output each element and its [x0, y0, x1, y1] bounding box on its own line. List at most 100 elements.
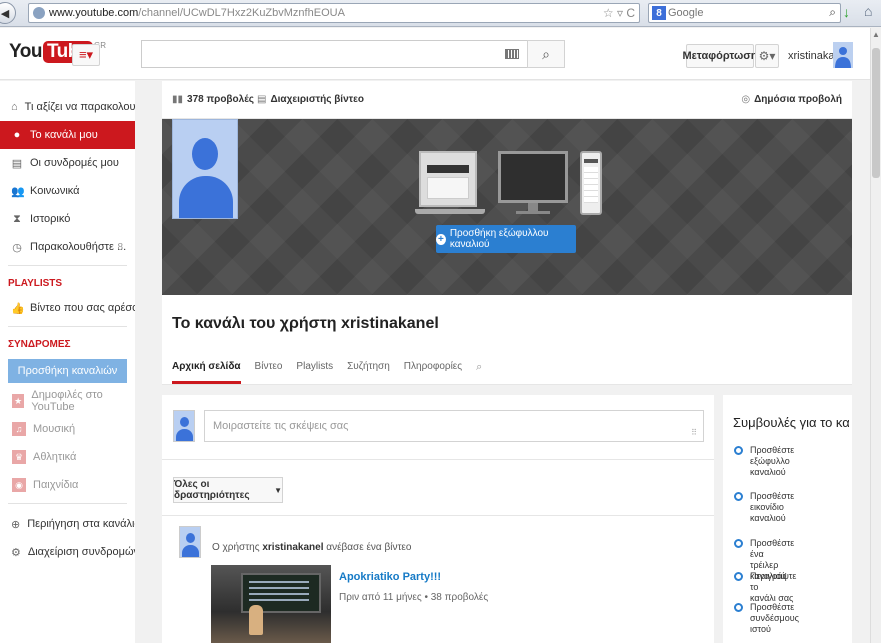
tip-add-links[interactable]: Προσθέστε συνδέσμους ιστού [734, 602, 806, 635]
video-meta: Πριν από 11 μήνες • 38 προβολές [339, 592, 489, 603]
public-view-link[interactable]: ◎ Δημόσια προβολή [741, 94, 842, 105]
tip-text: Προσθέστε συνδέσμους ιστού [750, 602, 800, 634]
sidebar-item-label: Ιστορικό [30, 213, 71, 225]
url-path: /channel/UCwDL7Hxz2KuZbvMznfhEOUA [138, 7, 345, 19]
clock-icon: ◷ [12, 241, 22, 254]
download-arrow-icon[interactable]: ↓ [843, 4, 850, 20]
channel-tips-panel: Συμβουλές για το κα... Προσθέστε εξώφυλλο… [723, 395, 852, 643]
avatar[interactable] [173, 410, 195, 442]
sidebar-divider [8, 326, 127, 327]
add-channel-art-button[interactable]: + Προσθήκη εξώφυλλου καναλιού [436, 225, 576, 253]
channel-search-icon[interactable]: ⌕ [476, 361, 482, 384]
sidebar-item-manage-subscriptions[interactable]: ⚙ Διαχείριση συνδρομών [0, 538, 135, 566]
bookmark-star-icon[interactable]: ☆ ▿ C [603, 6, 635, 20]
public-view-label: Δημόσια προβολή [754, 94, 842, 105]
sidebar-item-label: Δημοφιλές στο YouTube [31, 389, 103, 413]
sidebar-item-music[interactable]: ♫ Μουσική [0, 415, 135, 443]
avatar[interactable] [179, 526, 201, 558]
video-title-link[interactable]: Apokriatiko Party!!! [339, 571, 441, 583]
scroll-thumb[interactable] [872, 48, 880, 178]
sidebar-item-watch-later[interactable]: ◷ Παρακολουθήστε ... 8 [0, 233, 135, 261]
share-thoughts-input[interactable]: Μοιραστείτε τις σκέψεις σας ⠿ [204, 410, 704, 442]
sidebar-item-browse-channels[interactable]: ⊕ Περιήγηση στα κανάλια [0, 510, 135, 538]
globe-icon: ◎ [741, 94, 751, 105]
circle-icon [734, 446, 743, 455]
keyboard-icon[interactable] [505, 49, 519, 59]
sidebar-item-what-to-watch[interactable]: ⌂ Τι αξίζει να παρακολουθ... [0, 93, 135, 121]
tip-add-channel-art[interactable]: Προσθέστε εξώφυλλο καναλιού [734, 445, 806, 478]
sidebar-item-label: Αθλητικά [33, 451, 77, 463]
browser-search-placeholder: Google [668, 7, 704, 19]
sidebar-item-sports[interactable]: ♛ Αθλητικά [0, 443, 135, 471]
upload-button[interactable]: Μεταφόρτωση [683, 44, 758, 68]
tab-about[interactable]: Πληροφορίες [404, 361, 462, 384]
sidebar-item-label: Περιήγηση στα κανάλια [27, 518, 135, 530]
sidebar-item-my-subscriptions[interactable]: ▤ Οι συνδρομές μου [0, 149, 135, 177]
home-icon[interactable]: ⌂ [864, 3, 872, 19]
tab-videos[interactable]: Βίντεο [255, 361, 283, 384]
tab-home[interactable]: Αρχική σελίδα [172, 361, 241, 384]
tips-title: Συμβουλές για το κα... [733, 415, 849, 430]
avatar[interactable] [833, 42, 853, 68]
views-count-label: 378 προβολές [187, 94, 254, 105]
tab-playlists[interactable]: Playlists [296, 361, 333, 384]
yt-header: You Tube GR ≡▾ ⌕ Μεταφόρτωση ⚙▾ xristina… [0, 28, 870, 80]
circle-icon [734, 572, 743, 581]
add-channels-button[interactable]: Προσθήκη καναλιών [8, 359, 127, 383]
address-bar[interactable]: www.youtube.com/channel/UCwDL7Hxz2KuZbvM… [28, 3, 640, 23]
page-scrollbar[interactable]: ▲ [870, 28, 881, 643]
url-host: www.youtube.com [49, 7, 139, 19]
sidebar-item-my-channel[interactable]: ● Το κανάλι μου [0, 121, 135, 149]
google-icon: 8 [652, 6, 666, 20]
video-manager-link[interactable]: ▤ Διαχειριστής βίντεο [257, 94, 364, 105]
channel-top-strip: ▮▮ 378 προβολές ▤ Διαχειριστής βίντεο ◎ … [162, 81, 852, 119]
plus-circle-icon: ⊕ [11, 518, 21, 531]
logo-you-text: You [9, 41, 42, 62]
sidebar-item-label: Κοινωνικά [30, 185, 80, 197]
sidebar-item-social[interactable]: 👥 Κοινωνικά [0, 177, 135, 205]
search-button[interactable]: ⌕ [527, 40, 565, 68]
circle-icon [734, 492, 743, 501]
gear-icon: ⚙▾ [758, 49, 776, 63]
tip-text: Προσθέστε εξώφυλλο καναλιού [750, 445, 795, 477]
phone-icon [580, 151, 602, 215]
browser-search-box[interactable]: 8 Google ⌕ [648, 3, 841, 23]
activity-prefix: Ο χρήστης [212, 542, 260, 553]
video-thumbnail[interactable] [211, 565, 331, 643]
channel-banner: + Προσθήκη εξώφυλλου καναλιού [162, 119, 852, 295]
tip-describe-channel[interactable]: Περιγράψτε το κανάλι σας [734, 571, 806, 604]
sidebar-item-label: Τι αξίζει να παρακολουθ... [24, 101, 135, 113]
search-icon[interactable]: ⌕ [829, 5, 836, 20]
search-icon: ⌕ [542, 45, 550, 62]
feed-divider [162, 515, 714, 516]
guide-menu-button[interactable]: ≡▾ [72, 44, 100, 66]
sidebar-item-gaming[interactable]: ◉ Παιχνίδια [0, 471, 135, 499]
caret-down-icon: ▼ [274, 485, 282, 495]
search-input[interactable] [141, 40, 527, 68]
history-icon: ⧗ [13, 212, 21, 225]
add-channel-art-label: Προσθήκη εξώφυλλου καναλιού [449, 228, 549, 250]
channel-avatar[interactable] [172, 119, 238, 219]
sidebar-divider [8, 503, 127, 504]
tip-text: Περιγράψτε το κανάλι σας [750, 571, 797, 603]
share-thoughts-placeholder: Μοιραστείτε τις σκέψεις σας [213, 420, 349, 432]
avatar-head-shape [192, 138, 218, 170]
playlists-heading[interactable]: PLAYLISTS [0, 272, 135, 294]
activity-user-link[interactable]: xristinakanel [262, 542, 323, 553]
star-icon: ★ [12, 394, 25, 408]
tip-add-channel-icon[interactable]: Προσθέστε εικονίδιο καναλιού [734, 491, 806, 524]
watch-later-count: 8 [117, 241, 123, 253]
back-arrow-icon[interactable]: ◀ [0, 2, 16, 24]
sidebar-item-popular[interactable]: ★ Δημοφιλές στο YouTube [0, 387, 135, 415]
sidebar-item-label: Οι συνδρομές μου [30, 157, 119, 169]
sidebar-item-history[interactable]: ⧗ Ιστορικό [0, 205, 135, 233]
scroll-up-arrow-icon[interactable]: ▲ [872, 30, 880, 39]
sidebar-item-liked-videos[interactable]: 👍 Βίντεο που σας αρέσουν [0, 294, 135, 322]
subscriptions-heading[interactable]: ΣΥΝΔΡΟΜΕΣ [0, 333, 135, 355]
sidebar-item-label: Παιχνίδια [33, 479, 79, 491]
tab-discussion[interactable]: Συζήτηση [347, 361, 390, 384]
views-count[interactable]: ▮▮ 378 προβολές [172, 94, 254, 105]
activity-filter-dropdown[interactable]: Όλες οι δραστηριότητες ▼ [173, 477, 283, 503]
settings-button[interactable]: ⚙▾ [755, 44, 779, 68]
gamepad-icon: ◉ [12, 478, 26, 492]
